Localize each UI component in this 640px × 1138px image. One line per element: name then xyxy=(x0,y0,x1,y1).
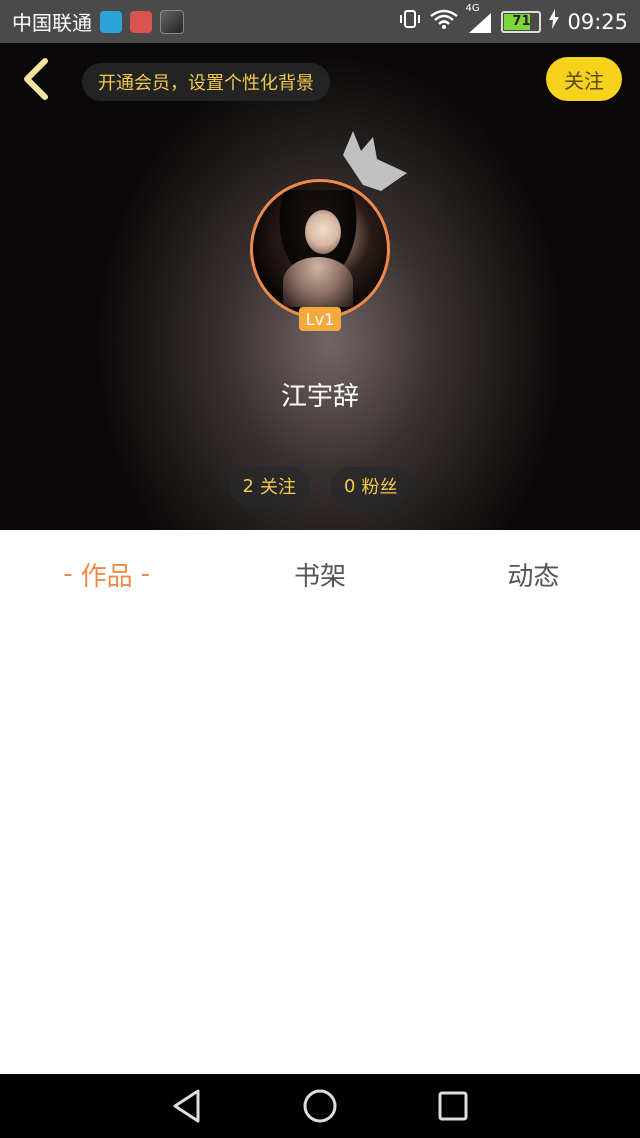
battery-icon: 71 xyxy=(501,10,542,33)
follow-button[interactable]: 关注 xyxy=(546,57,622,101)
clock: 09:25 xyxy=(567,9,628,34)
followers-count: 0 xyxy=(344,475,356,497)
status-right: 4G 71 09:25 xyxy=(399,3,628,35)
red-app-icon xyxy=(130,10,152,33)
tab-label: 动态 xyxy=(507,561,560,592)
username: 江宇辞 xyxy=(280,382,359,412)
tab-works[interactable]: - 作品 - xyxy=(0,530,213,618)
carrier-label: 中国联通 xyxy=(12,11,92,35)
tab-content xyxy=(0,618,640,1074)
blue-app-icon xyxy=(100,10,122,33)
chevron-left-icon xyxy=(24,58,48,100)
network-type-label: 4G xyxy=(465,2,480,14)
vibrate-icon xyxy=(399,8,421,35)
tab-bookshelf[interactable]: 书架 xyxy=(213,530,426,618)
following-count: 2 xyxy=(242,475,254,497)
nav-recents-button[interactable] xyxy=(429,1082,477,1130)
tab-label: 书架 xyxy=(293,561,346,592)
tab-activity[interactable]: 动态 xyxy=(427,530,640,618)
back-button[interactable] xyxy=(12,55,60,103)
wifi-icon xyxy=(429,8,459,35)
followers-stat[interactable]: 0 粉丝 xyxy=(330,467,412,505)
level-badge: Lv1 xyxy=(299,307,341,331)
following-label: 关注 xyxy=(260,477,296,498)
avatar[interactable] xyxy=(250,179,390,319)
home-circle-icon xyxy=(303,1089,337,1123)
nav-home-button[interactable] xyxy=(296,1082,344,1130)
tab-dash-right: - xyxy=(140,559,151,589)
profile-header: 开通会员，设置个性化背景 关注 Lv1 江宇辞 2 关注 0 粉丝 xyxy=(0,43,640,530)
vip-banner[interactable]: 开通会员，设置个性化背景 xyxy=(82,63,330,101)
nav-back-button[interactable] xyxy=(163,1082,211,1130)
battery-level: 71 xyxy=(512,14,531,29)
signal-icon: 4G xyxy=(465,3,493,33)
tab-dash-left: - xyxy=(63,559,73,589)
following-stat[interactable]: 2 关注 xyxy=(228,467,310,505)
photo-thumbnail-icon xyxy=(160,9,184,34)
navigation-bar xyxy=(0,1074,640,1138)
profile-tabs: - 作品 - 书架 动态 xyxy=(0,530,640,619)
recents-square-icon xyxy=(438,1091,468,1121)
charging-icon xyxy=(549,9,560,34)
profile-stats: 2 关注 0 粉丝 xyxy=(0,467,640,505)
back-triangle-icon xyxy=(173,1089,200,1123)
followers-label: 粉丝 xyxy=(361,477,398,498)
status-left: 中国联通 xyxy=(12,7,184,36)
status-bar: 中国联通 4G 71 09:25 xyxy=(0,0,640,43)
tab-label: 作品 xyxy=(80,561,133,592)
